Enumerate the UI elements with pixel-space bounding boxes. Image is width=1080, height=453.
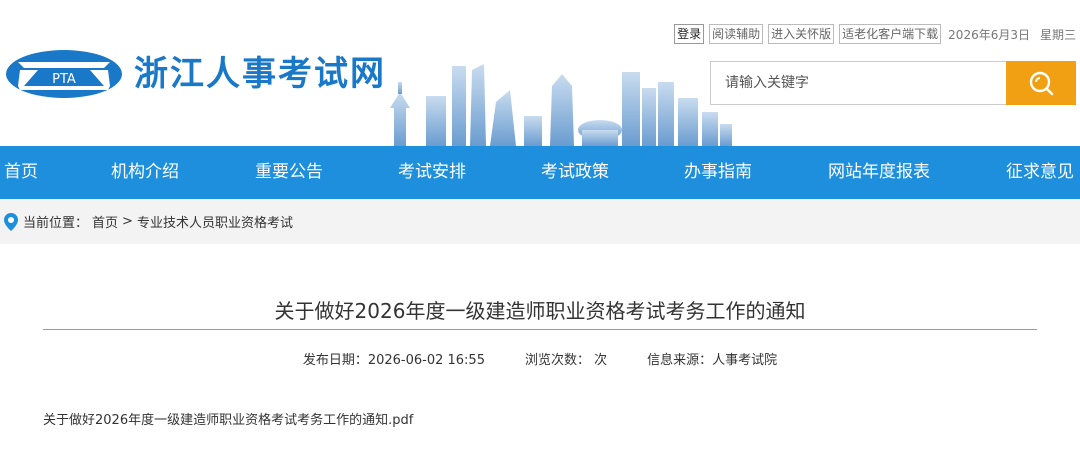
care-version-link[interactable]: 进入关怀版 — [768, 24, 835, 44]
site-search — [710, 61, 1076, 105]
nav-item-service-guide[interactable]: 办事指南 — [684, 146, 752, 199]
breadcrumb-label: 当前位置： — [23, 216, 89, 231]
nav-item-exam-policy[interactable]: 考试政策 — [541, 146, 609, 199]
view-count: 浏览次数： 次 — [525, 349, 607, 368]
nav-item-home[interactable]: 首页 — [4, 146, 38, 199]
attachment-pdf-link[interactable]: 关于做好2026年度一级建造师职业资格考试考务工作的通知.pdf — [43, 409, 413, 428]
site-title: 浙江人事考试网 — [134, 54, 386, 94]
city-skyline-illustration — [390, 64, 732, 146]
search-button[interactable] — [1006, 61, 1076, 105]
nav-item-annual-report[interactable]: 网站年度报表 — [828, 146, 930, 199]
current-weekday: 星期三 — [1039, 27, 1076, 42]
info-source-label: 信息来源： — [647, 353, 713, 368]
article-meta: 发布日期：2026-06-02 16:55 浏览次数： 次 信息来源：人事考试院 — [0, 349, 1080, 368]
breadcrumb-home-link[interactable]: 首页 — [92, 212, 118, 231]
nav-item-announcements[interactable]: 重要公告 — [255, 146, 323, 199]
nav-item-feedback[interactable]: 征求意见 — [1006, 146, 1074, 199]
search-input[interactable] — [710, 61, 1006, 105]
top-utility-links: 登录 阅读辅助 进入关怀版 适老化客户端下载 2026年6月3日 星期三 — [674, 24, 1076, 44]
elderly-client-download-link[interactable]: 适老化客户端下载 — [839, 24, 942, 44]
logo-badge-text: PTA — [52, 72, 76, 87]
publish-date-label: 发布日期： — [302, 353, 368, 368]
site-logo[interactable]: PTA 浙江人事考试网 — [4, 48, 386, 100]
breadcrumb-separator: > — [122, 214, 133, 229]
info-source-value: 人事考试院 — [712, 353, 778, 368]
breadcrumb-current[interactable]: 专业技术人员职业资格考试 — [137, 212, 293, 231]
view-count-label: 浏览次数： — [524, 353, 590, 368]
publish-date-value: 2026-06-02 16:55 — [367, 353, 485, 368]
pta-logo-badge: PTA — [4, 48, 124, 100]
location-pin-icon — [4, 212, 18, 231]
main-navigation: 首页 机构介绍 重要公告 考试安排 考试政策 办事指南 网站年度报表 征求意见 — [0, 146, 1080, 199]
login-link[interactable]: 登录 — [674, 24, 705, 44]
nav-item-organization[interactable]: 机构介绍 — [111, 146, 179, 199]
current-date: 2026年6月3日 — [948, 27, 1030, 42]
site-header: PTA 浙江人事考试网 登录 阅读辅助 进入关怀版 适老化客户端下载 2026年… — [0, 0, 1080, 146]
search-icon — [1029, 71, 1054, 96]
article-title: 关于做好2026年度一级建造师职业资格考试考务工作的通知 — [274, 299, 806, 323]
publish-date: 发布日期：2026-06-02 16:55 — [303, 349, 485, 368]
title-divider — [43, 329, 1037, 330]
nav-item-exam-schedule[interactable]: 考试安排 — [398, 146, 466, 199]
reading-aid-link[interactable]: 阅读辅助 — [709, 24, 764, 44]
breadcrumb: 当前位置： 首页 > 专业技术人员职业资格考试 — [0, 199, 1080, 244]
info-source: 信息来源：人事考试院 — [647, 349, 777, 368]
view-count-unit: 次 — [594, 353, 608, 368]
